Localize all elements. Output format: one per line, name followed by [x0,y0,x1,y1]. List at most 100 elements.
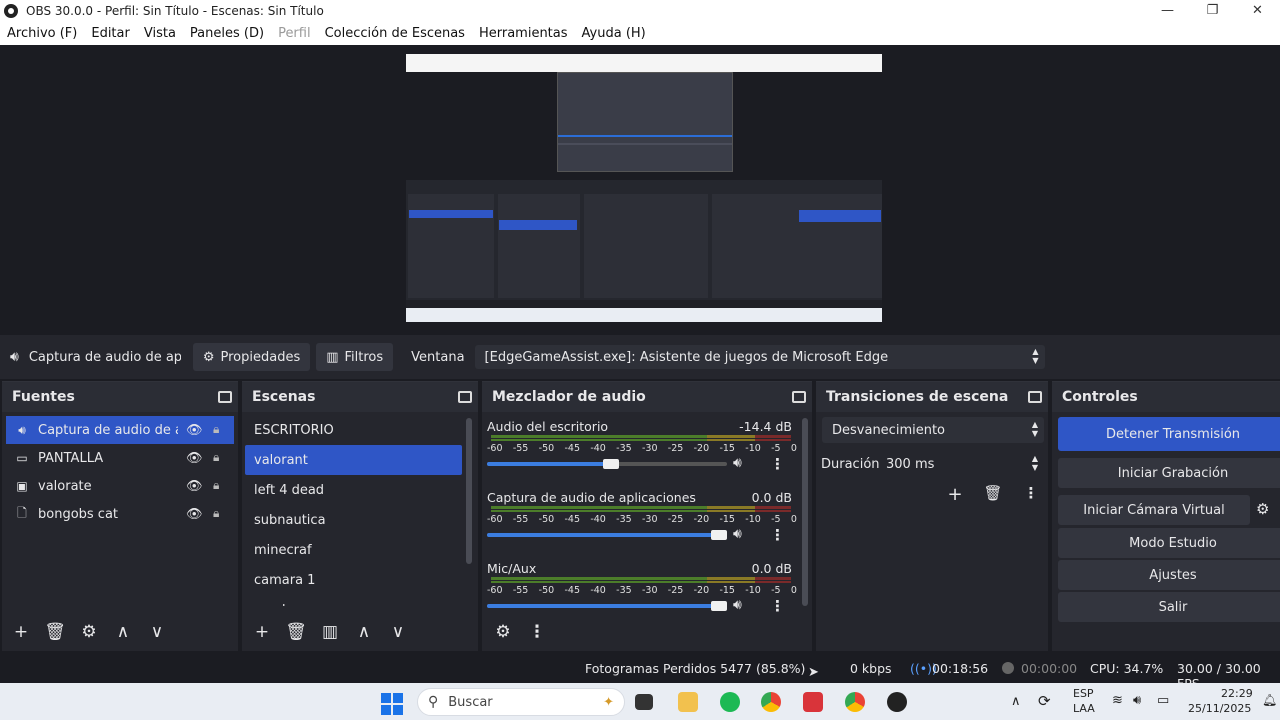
task-view-icon[interactable] [635,694,653,710]
studio-mode-button[interactable]: Modo Estudio [1058,528,1280,558]
menu-herramientas[interactable]: Herramientas [472,26,575,41]
volume-icon[interactable]: 🔊︎ [733,597,742,613]
menu-paneles[interactable]: Paneles (D) [183,26,271,41]
source-item[interactable]: ▭ PANTALLA 👁︎ 🔒︎ [6,444,234,472]
scene-item[interactable]: valorant [245,445,462,475]
chrome-icon[interactable] [761,692,781,712]
mixer-menu-icon[interactable]: ⋮ [520,622,554,642]
source-item[interactable]: 🗋 bongobs cat 👁︎ 🔒︎ [6,500,234,528]
visibility-eye-icon[interactable]: 👁︎ [186,451,203,466]
spin-arrows-icon[interactable]: ▲ ▼ [1032,454,1038,472]
transitions-header: Transiciones de escena [816,382,1048,412]
lock-icon[interactable]: 🔒︎ [213,450,219,465]
battery-icon[interactable]: ▭ [1157,693,1169,708]
more-options-icon[interactable]: ⋮ [770,597,785,615]
properties-button[interactable]: ⚙ Propiedades [192,343,311,371]
menu-coleccion-escenas[interactable]: Colección de Escenas [318,26,472,41]
sync-icon[interactable]: ⟳ [1038,692,1051,710]
mixer-scrollbar[interactable] [802,418,808,606]
minimize-button[interactable]: — [1145,0,1190,22]
move-down-icon[interactable]: ∨ [381,622,415,642]
scene-filter-icon[interactable]: ▥ [313,622,347,642]
menu-ayuda[interactable]: Ayuda (H) [575,26,653,41]
notifications-icon[interactable]: 🔔︎ [1262,693,1277,707]
exit-button[interactable]: Salir [1058,592,1280,622]
maximize-button[interactable]: ❐ [1190,0,1235,22]
obs-taskbar-icon[interactable] [887,692,907,712]
lock-icon[interactable]: 🔒︎ [213,506,219,521]
scenes-dock: Escenas ESCRITORIO valorant left 4 dead … [242,381,478,651]
stop-streaming-button[interactable]: Detener Transmisión [1058,417,1280,451]
settings-button[interactable]: Ajustes [1058,560,1280,590]
volume-slider[interactable] [487,459,727,469]
spotify-icon[interactable] [720,692,740,712]
scene-item[interactable]: muck [245,595,462,607]
remove-transition-icon[interactable]: 🗑︎ [974,484,1012,505]
clock-date[interactable]: 25/11/2025 [1188,702,1251,715]
speaker-tray-icon[interactable]: 🔊︎ [1133,693,1141,708]
audio-mixer-dock: Mezclador de audio Audio del escritorio … [482,381,812,651]
scenes-scrollbar[interactable] [466,418,472,564]
more-options-icon[interactable]: ⋮ [770,455,785,473]
window-select[interactable]: [EdgeGameAssist.exe]: Asistente de juego… [474,345,1045,369]
virtual-camera-settings-icon[interactable]: ⚙ [1256,500,1269,518]
scene-item[interactable]: camara 1 [245,565,462,595]
filters-button[interactable]: ▥ Filtros [316,343,394,371]
move-up-icon[interactable]: ∧ [106,622,140,642]
wifi-icon[interactable]: ≋ [1112,693,1123,708]
window-icon: ▣ [16,479,28,493]
undock-icon[interactable] [458,391,472,403]
more-options-icon[interactable]: ⋮ [770,526,785,544]
move-up-icon[interactable]: ∧ [347,622,381,642]
lock-icon[interactable]: 🔒︎ [213,478,219,493]
scene-item[interactable]: left 4 dead [245,475,462,505]
source-item[interactable]: ▣ valorate 👁︎ 🔒︎ [6,472,234,500]
meter-scale: -60 -55 -50 -45 -40 -35 -30 -25 -20 -15 -10 -5 0 [487,514,797,525]
lock-icon[interactable]: 🔒︎ [213,422,219,437]
volume-slider[interactable] [487,530,727,540]
visibility-eye-icon[interactable]: 👁︎ [186,507,203,522]
duration-spinbox[interactable]: 300 ms ▲ ▼ [876,451,1044,477]
add-transition-icon[interactable]: + [936,484,974,505]
menu-archivo[interactable]: Archivo (F) [0,26,84,41]
add-source-icon[interactable]: + [4,622,38,642]
chrome-profile-icon[interactable] [845,692,865,712]
scene-item[interactable]: subnautica [245,505,462,535]
undock-icon[interactable] [1028,391,1042,403]
source-item[interactable]: 🔊︎ Captura de audio de aplic 👁︎ 🔒︎ [6,416,234,444]
clock-time[interactable]: 22:29 [1221,687,1253,700]
file-explorer-icon[interactable] [678,692,698,712]
scene-item[interactable]: ESCRITORIO [245,415,462,445]
undock-icon[interactable] [792,391,806,403]
volume-icon[interactable]: 🔊︎ [733,455,742,471]
scenes-title: Escenas [252,389,316,405]
transitions-title: Transiciones de escena [826,389,1009,405]
undock-icon[interactable] [218,391,232,403]
start-virtual-camera-button[interactable]: Iniciar Cámara Virtual [1058,495,1250,525]
language-bottom[interactable]: LAA [1073,702,1095,715]
tray-chevron-icon[interactable]: ∧ [1011,694,1021,709]
add-scene-icon[interactable]: + [245,622,279,642]
remove-source-icon[interactable]: 🗑︎ [38,622,72,642]
windows-start-icon[interactable] [381,693,403,715]
move-down-icon[interactable]: ∨ [140,622,174,642]
taskbar-search[interactable]: ⚲ Buscar ✦ [417,688,625,716]
app-icon[interactable] [803,692,823,712]
start-recording-button[interactable]: Iniciar Grabación [1058,458,1280,488]
language-top[interactable]: ESP [1073,687,1094,700]
close-button[interactable]: ✕ [1235,0,1280,22]
menu-vista[interactable]: Vista [137,26,183,41]
transition-menu-icon[interactable]: ⋮ [1012,484,1050,505]
visibility-eye-icon[interactable]: 👁︎ [186,423,203,438]
source-settings-icon[interactable]: ⚙ [72,622,106,642]
remove-scene-icon[interactable]: 🗑︎ [279,622,313,642]
transition-select[interactable]: Desvanecimiento ▲ ▼ [822,417,1044,443]
volume-icon[interactable]: 🔊︎ [733,526,742,542]
volume-slider[interactable] [487,601,727,611]
advanced-audio-gear-icon[interactable]: ⚙ [486,622,520,642]
source-toolbar: 🔊︎ Captura de audio de aplica ⚙ Propieda… [0,335,1280,379]
menu-editar[interactable]: Editar [84,26,137,41]
scene-item[interactable]: minecraf [245,535,462,565]
preview-canvas[interactable] [406,54,882,322]
visibility-eye-icon[interactable]: 👁︎ [186,479,203,494]
